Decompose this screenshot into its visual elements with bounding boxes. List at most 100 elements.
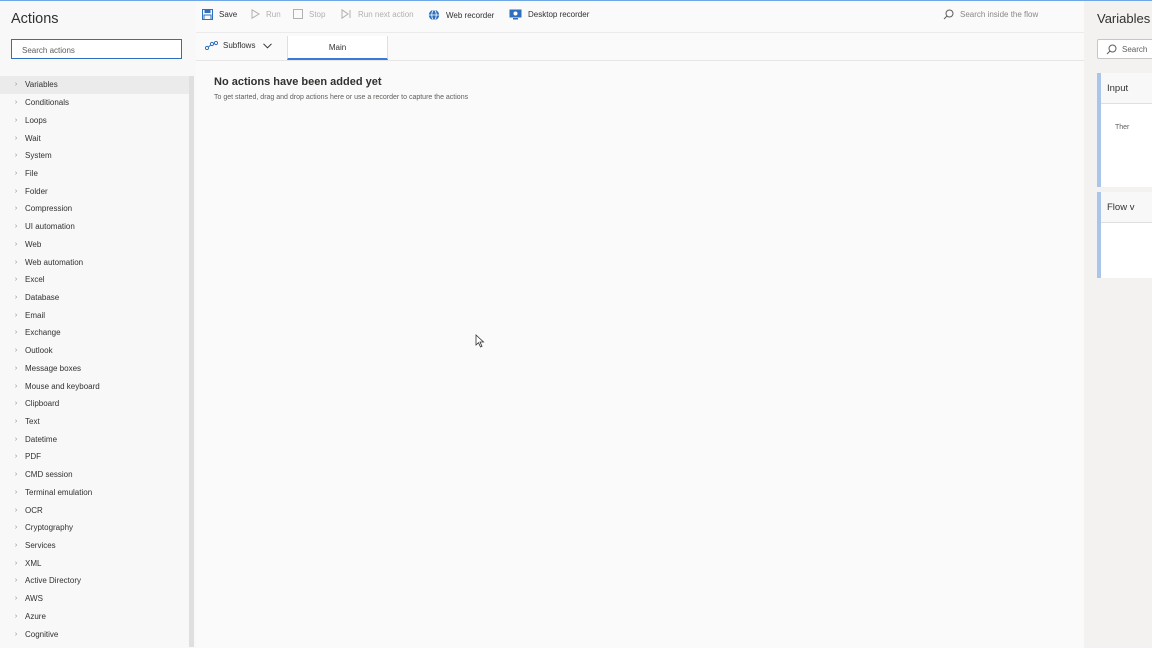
action-group-item[interactable]: › UI automation — [0, 218, 190, 236]
action-group-label: Text — [25, 417, 40, 427]
action-group-label: Folder — [25, 186, 48, 196]
chevron-right-icon: › — [14, 488, 18, 496]
actions-scrollbar[interactable] — [189, 76, 194, 647]
flow-variables-header[interactable]: Flow v — [1101, 192, 1152, 223]
action-group-label: XML — [25, 558, 42, 568]
action-group-item[interactable]: › XML — [0, 554, 190, 572]
action-group-label: PDF — [25, 452, 41, 462]
search-actions-input[interactable] — [12, 41, 181, 60]
action-group-label: Wait — [25, 133, 41, 143]
action-group-label: Excel — [25, 275, 45, 285]
action-group-label: Outlook — [25, 346, 53, 356]
chevron-right-icon: › — [14, 418, 18, 426]
action-group-label: Loops — [25, 115, 47, 125]
action-group-label: Compression — [25, 204, 73, 214]
action-group-item[interactable]: › Web — [0, 235, 190, 253]
action-group-item[interactable]: › File — [0, 165, 190, 183]
subflows-dropdown[interactable]: Subflows — [205, 41, 277, 50]
action-group-item[interactable]: › Outlook — [0, 342, 190, 360]
save-label: Save — [219, 10, 238, 19]
action-group-item[interactable]: › CMD session — [0, 466, 190, 484]
chevron-right-icon: › — [14, 134, 18, 142]
action-group-label: Exchange — [25, 328, 61, 338]
action-group-label: Cognitive — [25, 629, 59, 639]
action-group-item[interactable]: › Terminal emulation — [0, 484, 190, 502]
action-group-item[interactable]: › PDF — [0, 448, 190, 466]
action-group-label: Conditionals — [25, 98, 70, 108]
desktop-recorder-icon — [509, 9, 522, 20]
web-recorder-label: Web recorder — [446, 10, 495, 20]
web-recorder-button[interactable]: Web recorder — [428, 9, 494, 21]
action-group-item[interactable]: › Loops — [0, 111, 190, 129]
stop-icon — [293, 9, 303, 19]
action-group-label: OCR — [25, 505, 43, 515]
action-group-item[interactable]: › Azure — [0, 608, 190, 626]
mouse-cursor-icon — [475, 334, 485, 348]
action-group-item[interactable]: › Active Directory — [0, 572, 190, 590]
play-icon — [251, 9, 260, 19]
action-group-item[interactable]: › Compression — [0, 200, 190, 218]
search-actions-box[interactable] — [11, 39, 182, 60]
action-group-item[interactable]: › Services — [0, 537, 190, 555]
action-group-item[interactable]: › Web automation — [0, 253, 190, 271]
action-group-item[interactable]: › Exchange — [0, 324, 190, 342]
desktop-recorder-button[interactable]: Desktop recorder — [509, 9, 589, 20]
search-flow-box[interactable]: Search inside the flow — [943, 9, 1038, 20]
search-variables-box[interactable]: Search — [1097, 39, 1152, 59]
desktop-recorder-label: Desktop recorder — [528, 10, 590, 19]
action-group-item[interactable]: › Datetime — [0, 430, 190, 448]
action-group-item[interactable]: › OCR — [0, 501, 190, 519]
action-group-item[interactable]: › Conditionals — [0, 94, 190, 112]
chevron-right-icon: › — [14, 506, 18, 514]
tab-main[interactable]: Main — [287, 36, 388, 60]
tabs-bar: Subflows Main — [196, 33, 1084, 61]
action-group-item[interactable]: › Cognitive — [0, 625, 190, 643]
actions-pane: Actions › Variables › Conditionals › Loops › Wa… — [0, 1, 196, 648]
action-group-label: System — [25, 151, 52, 161]
action-group-label: Variables — [25, 80, 58, 90]
chevron-right-icon: › — [14, 152, 18, 160]
action-group-label: CMD session — [25, 470, 73, 480]
search-flow-placeholder: Search inside the flow — [960, 10, 1039, 19]
action-group-item[interactable]: › Variables — [0, 76, 190, 94]
action-group-item[interactable]: › Database — [0, 289, 190, 307]
chevron-right-icon: › — [14, 99, 18, 107]
action-group-item[interactable]: › AWS — [0, 590, 190, 608]
action-group-item[interactable]: › Mouse and keyboard — [0, 377, 190, 395]
action-group-item[interactable]: › Email — [0, 306, 190, 324]
action-group-label: Message boxes — [25, 363, 82, 373]
variables-pane-title: Variables — [1097, 11, 1151, 26]
chevron-right-icon: › — [14, 577, 18, 585]
run-button[interactable]: Run — [251, 9, 281, 19]
stop-button[interactable]: Stop — [293, 9, 325, 19]
chevron-right-icon: › — [14, 453, 18, 461]
action-group-item[interactable]: › Wait — [0, 129, 190, 147]
action-group-label: UI automation — [25, 222, 75, 232]
chevron-down-icon — [263, 42, 273, 49]
action-group-label: Azure — [25, 611, 46, 621]
chevron-right-icon: › — [14, 169, 18, 177]
run-label: Run — [266, 9, 281, 19]
action-group-item[interactable]: › Message boxes — [0, 360, 190, 378]
chevron-right-icon: › — [14, 612, 18, 620]
step-icon — [341, 9, 351, 19]
action-group-item[interactable]: › Clipboard — [0, 395, 190, 413]
input-variables-header[interactable]: Input — [1101, 73, 1152, 104]
run-next-action-button[interactable]: Run next action — [341, 9, 414, 19]
run-next-action-label: Run next action — [358, 9, 414, 19]
action-group-item[interactable]: › Cryptography — [0, 519, 190, 537]
subflows-icon — [205, 41, 218, 50]
save-button[interactable]: Save — [202, 9, 237, 20]
action-group-item[interactable]: › System — [0, 147, 190, 165]
tab-main-label: Main — [328, 42, 347, 52]
action-group-label: Mouse and keyboard — [25, 381, 100, 391]
chevron-right-icon: › — [14, 187, 18, 195]
actions-pane-title: Actions — [11, 11, 59, 27]
action-group-item[interactable]: › Folder — [0, 182, 190, 200]
action-group-item[interactable]: › Excel — [0, 271, 190, 289]
variables-pane: Variables Search Input Ther Flow v — [1084, 1, 1152, 648]
action-group-item[interactable]: › Text — [0, 413, 190, 431]
stop-label: Stop — [309, 9, 326, 19]
save-icon — [202, 9, 213, 20]
flow-variables-panel: Flow v — [1097, 192, 1152, 278]
